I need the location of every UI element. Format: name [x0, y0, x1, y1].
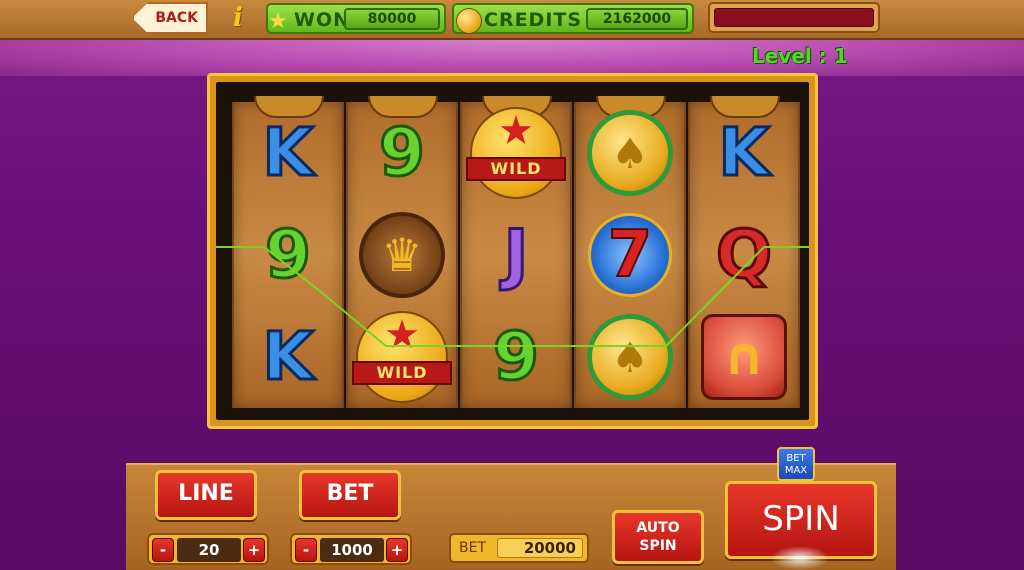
bet-plus-button[interactable]: + [386, 538, 408, 562]
symbol-9: 9 [492, 318, 541, 395]
line-button[interactable]: LINE [155, 470, 257, 520]
symbol-7: 7 [576, 204, 684, 306]
symbol-spade-coin: ♠ [576, 102, 684, 204]
reel-window: K 9 K 9 ♛ ★ WILD ★ WILD J 9 ♠ 7 ♠ K Q ∩ [216, 82, 809, 420]
trophy-icon: ★ [268, 9, 288, 34]
horseshoe-icon: ∩ [701, 314, 787, 400]
credits-value: 2162000 [586, 8, 688, 30]
total-bet-display: BET 20000 [449, 533, 589, 563]
total-bet-label: BET [459, 540, 487, 556]
symbol-wild: ★ WILD [348, 306, 456, 408]
symbol-k: K [717, 114, 771, 191]
reel-5: K Q ∩ [688, 96, 800, 408]
line-stepper: - 20 + [147, 533, 269, 565]
xp-progress-bar [708, 2, 880, 33]
spade-icon: ♠ [587, 314, 673, 400]
line-minus-button[interactable]: - [152, 538, 174, 562]
bet-max-label-line2: MAX [784, 465, 808, 476]
bet-stepper: - 1000 + [290, 533, 412, 565]
bet-max-label-line1: BET [786, 453, 806, 464]
symbol-spade-coin: ♠ [576, 306, 684, 408]
reel-4: ♠ 7 ♠ [574, 96, 686, 408]
wild-icon: ★ WILD [352, 311, 452, 403]
reel-2: 9 ♛ ★ WILD [346, 96, 458, 408]
won-panel: ★ WON 80000 [266, 3, 446, 34]
bet-max-button[interactable]: BET MAX [777, 447, 815, 481]
seven-icon: 7 [588, 213, 672, 297]
symbol-9: 9 [264, 216, 313, 293]
spade-icon: ♠ [587, 110, 673, 196]
symbol-j: J [502, 216, 530, 293]
won-value: 80000 [344, 8, 440, 30]
bet-button[interactable]: BET [299, 470, 401, 520]
credits-label: CREDITS [484, 9, 583, 31]
auto-spin-button[interactable]: AUTO SPIN [612, 510, 704, 564]
symbol-k: K [261, 318, 315, 395]
symbol-wild: ★ WILD [462, 102, 570, 204]
reel-3: ★ WILD J 9 [460, 96, 572, 408]
bet-minus-button[interactable]: - [295, 538, 317, 562]
coins-icon [456, 8, 482, 34]
crown-icon: ♛ [359, 212, 445, 298]
banner-decoration [0, 40, 1024, 76]
top-bar: BACK i ★ WON 80000 CREDITS 2162000 [0, 0, 1024, 40]
reel-1: K 9 K [232, 96, 344, 408]
sparkle-decoration [770, 546, 830, 570]
bet-value: 1000 [320, 538, 384, 562]
info-icon[interactable]: i [233, 4, 249, 32]
credits-panel: CREDITS 2162000 [452, 3, 694, 34]
line-plus-button[interactable]: + [243, 538, 265, 562]
line-value: 20 [177, 538, 241, 562]
level-indicator: Level : 1 [752, 44, 848, 68]
symbol-9: 9 [378, 114, 427, 191]
auto-spin-label-line1: AUTO [636, 520, 680, 536]
auto-spin-label-line2: SPIN [639, 538, 677, 554]
wild-icon: ★ WILD [466, 107, 566, 199]
symbol-crown: ♛ [348, 204, 456, 306]
symbol-q: Q [714, 216, 773, 293]
won-label: WON [294, 9, 351, 31]
symbol-k: K [261, 114, 315, 191]
symbol-horseshoe: ∩ [690, 306, 798, 408]
back-button[interactable]: BACK [132, 2, 208, 34]
slot-machine: K 9 K 9 ♛ ★ WILD ★ WILD J 9 ♠ 7 ♠ K Q ∩ [207, 73, 818, 429]
total-bet-value: 20000 [497, 538, 583, 558]
